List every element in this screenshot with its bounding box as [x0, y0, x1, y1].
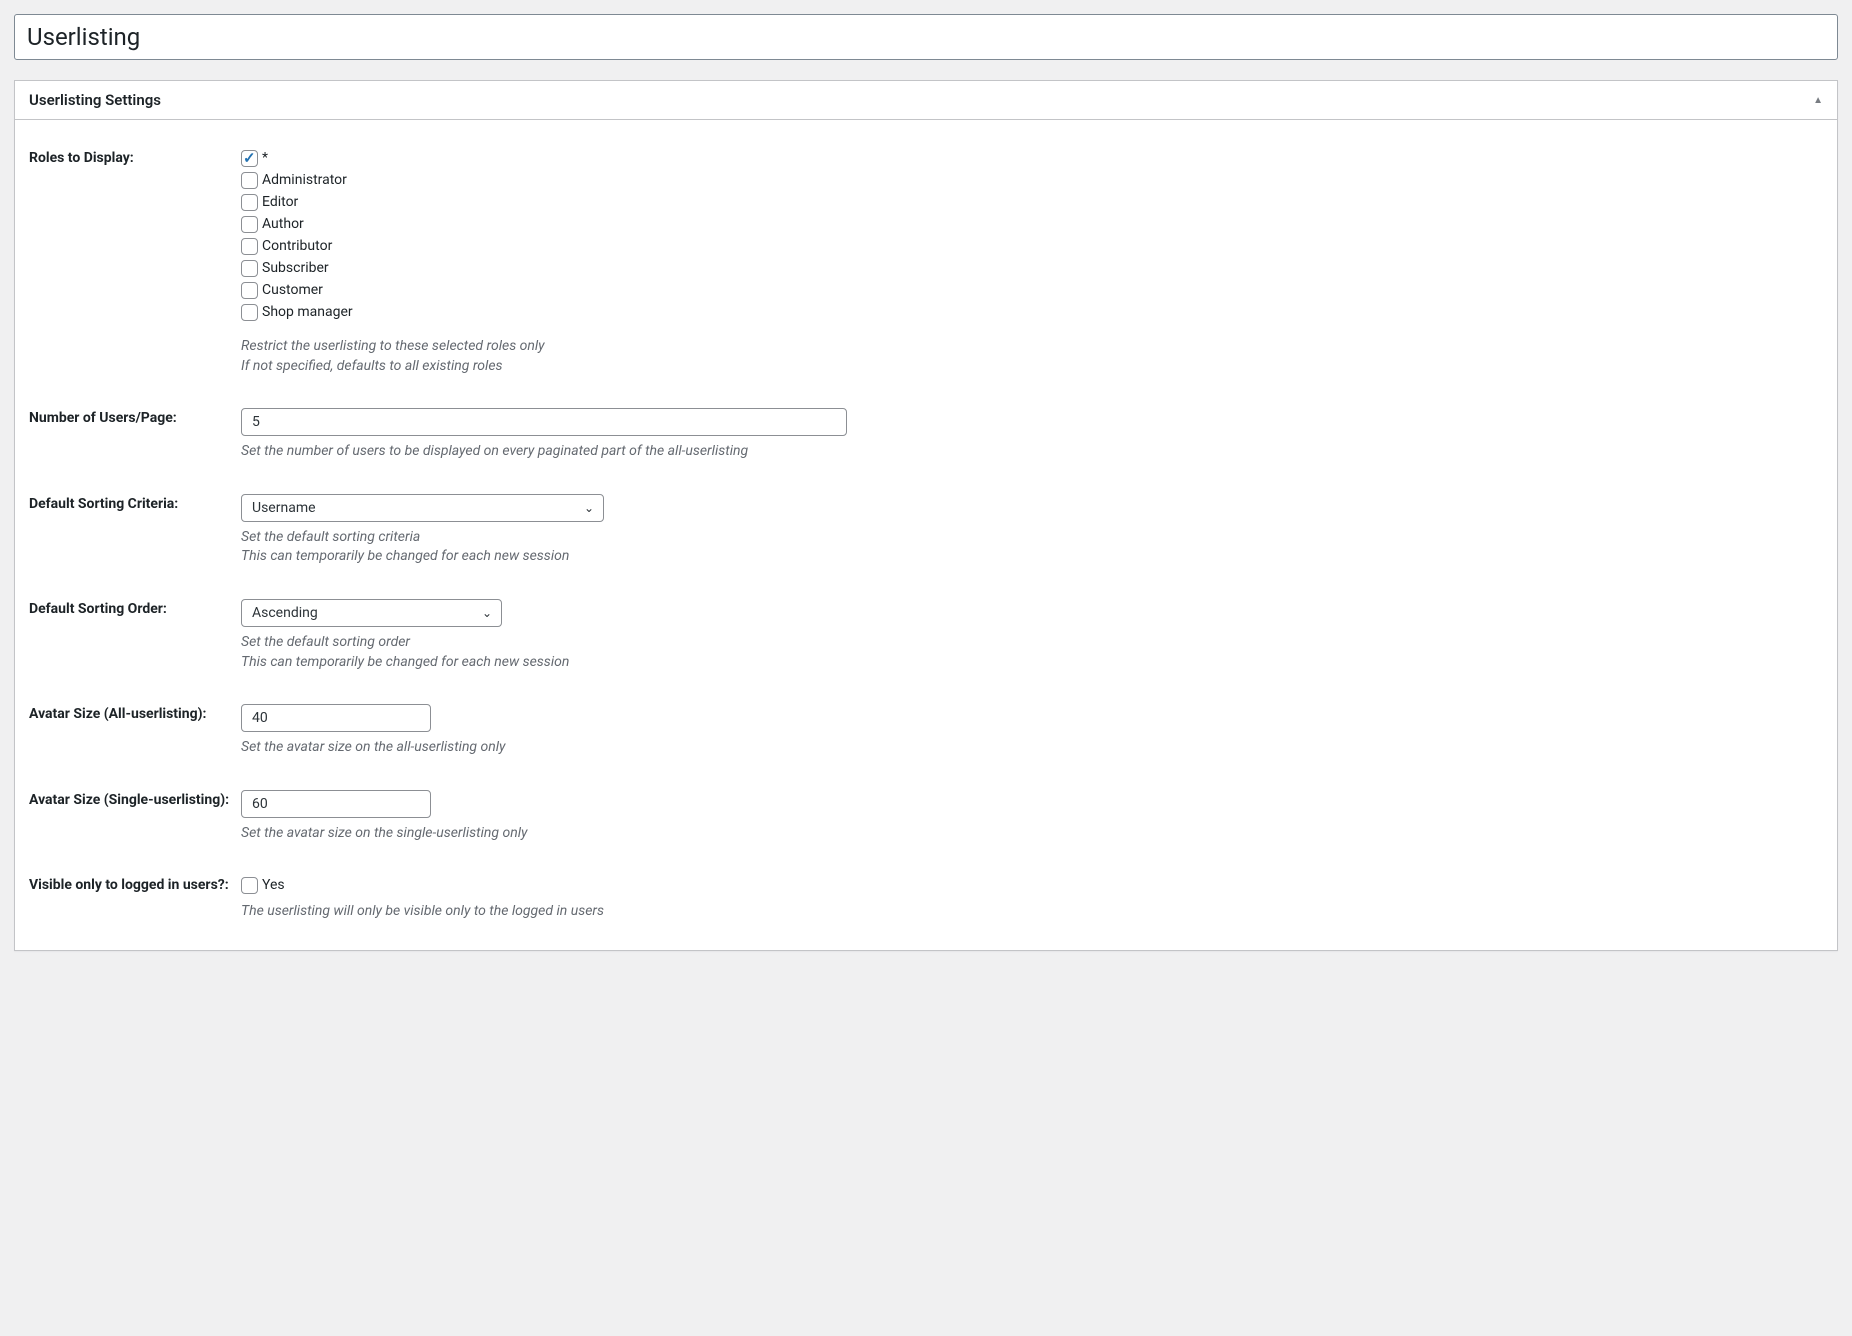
role-option[interactable]: Administrator — [241, 170, 1823, 191]
sort-order-row: Default Sorting Order: Ascending ⌄ Set t… — [29, 599, 1823, 672]
role-option[interactable]: Editor — [241, 192, 1823, 213]
role-option[interactable]: Author — [241, 214, 1823, 235]
visible-logged-option-label: Yes — [262, 875, 285, 896]
sort-order-label: Default Sorting Order: — [29, 599, 241, 617]
avatar-single-label: Avatar Size (Single-userlisting): — [29, 790, 241, 808]
role-checkbox[interactable] — [241, 260, 258, 277]
users-per-page-field: Set the number of users to be displayed … — [241, 408, 1823, 462]
avatar-all-desc: Set the avatar size on the all-userlisti… — [241, 738, 1823, 758]
role-option-label: Editor — [262, 192, 298, 213]
role-checkbox[interactable] — [241, 172, 258, 189]
users-per-page-desc: Set the number of users to be displayed … — [241, 442, 1823, 462]
role-option-label: * — [262, 148, 268, 169]
role-option[interactable]: Shop manager — [241, 302, 1823, 323]
role-option-label: Shop manager — [262, 302, 353, 323]
sort-criteria-desc: Set the default sorting criteria This ca… — [241, 528, 1823, 567]
visible-logged-field: Yes The userlisting will only be visible… — [241, 875, 1823, 922]
roles-row: Roles to Display: *AdministratorEditorAu… — [29, 148, 1823, 376]
panel-header: Userlisting Settings ▲ — [15, 81, 1837, 120]
users-per-page-label: Number of Users/Page: — [29, 408, 241, 426]
sort-order-desc-line2: This can temporarily be changed for each… — [241, 653, 1823, 673]
role-option-label: Administrator — [262, 170, 347, 191]
avatar-all-input[interactable] — [241, 704, 431, 732]
avatar-single-field: Set the avatar size on the single-userli… — [241, 790, 1823, 844]
role-checkbox[interactable] — [241, 282, 258, 299]
role-option[interactable]: Customer — [241, 280, 1823, 301]
roles-checkbox-list: *AdministratorEditorAuthorContributorSub… — [241, 148, 1823, 323]
role-option[interactable]: * — [241, 148, 1823, 169]
sort-order-desc: Set the default sorting order This can t… — [241, 633, 1823, 672]
sort-criteria-row: Default Sorting Criteria: Username ⌄ Set… — [29, 494, 1823, 567]
role-checkbox[interactable] — [241, 238, 258, 255]
visible-logged-row: Visible only to logged in users?: Yes Th… — [29, 875, 1823, 922]
role-option-label: Customer — [262, 280, 323, 301]
avatar-single-input[interactable] — [241, 790, 431, 818]
role-checkbox[interactable] — [241, 216, 258, 233]
sort-order-field: Ascending ⌄ Set the default sorting orde… — [241, 599, 1823, 672]
panel-heading: Userlisting Settings — [29, 91, 161, 109]
role-checkbox[interactable] — [241, 150, 258, 167]
roles-desc-line2: If not specified, defaults to all existi… — [241, 357, 1823, 377]
sort-order-desc-line1: Set the default sorting order — [241, 633, 1823, 653]
panel-body: Roles to Display: *AdministratorEditorAu… — [15, 120, 1837, 950]
page-title: Userlisting — [27, 23, 1825, 51]
sort-criteria-field: Username ⌄ Set the default sorting crite… — [241, 494, 1823, 567]
sort-order-select[interactable]: Ascending — [241, 599, 502, 627]
sort-criteria-desc-line2: This can temporarily be changed for each… — [241, 547, 1823, 567]
sort-criteria-select[interactable]: Username — [241, 494, 604, 522]
avatar-all-field: Set the avatar size on the all-userlisti… — [241, 704, 1823, 758]
page-title-box: Userlisting — [14, 14, 1838, 60]
avatar-single-desc: Set the avatar size on the single-userli… — [241, 824, 1823, 844]
avatar-all-row: Avatar Size (All-userlisting): Set the a… — [29, 704, 1823, 758]
settings-panel: Userlisting Settings ▲ Roles to Display:… — [14, 80, 1838, 951]
role-option-label: Contributor — [262, 236, 332, 257]
avatar-single-row: Avatar Size (Single-userlisting): Set th… — [29, 790, 1823, 844]
roles-desc: Restrict the userlisting to these select… — [241, 337, 1823, 376]
role-checkbox[interactable] — [241, 304, 258, 321]
role-option[interactable]: Subscriber — [241, 258, 1823, 279]
roles-desc-line1: Restrict the userlisting to these select… — [241, 337, 1823, 357]
sort-criteria-desc-line1: Set the default sorting criteria — [241, 528, 1823, 548]
visible-logged-desc: The userlisting will only be visible onl… — [241, 902, 1823, 922]
users-per-page-row: Number of Users/Page: Set the number of … — [29, 408, 1823, 462]
visible-logged-checkbox[interactable] — [241, 877, 258, 894]
users-per-page-input[interactable] — [241, 408, 847, 436]
visible-logged-option[interactable]: Yes — [241, 875, 1823, 896]
role-checkbox[interactable] — [241, 194, 258, 211]
role-option[interactable]: Contributor — [241, 236, 1823, 257]
avatar-all-label: Avatar Size (All-userlisting): — [29, 704, 241, 722]
role-option-label: Author — [262, 214, 304, 235]
roles-field: *AdministratorEditorAuthorContributorSub… — [241, 148, 1823, 376]
roles-label: Roles to Display: — [29, 148, 241, 166]
collapse-icon[interactable]: ▲ — [1813, 95, 1823, 106]
visible-logged-label: Visible only to logged in users?: — [29, 875, 241, 893]
sort-criteria-label: Default Sorting Criteria: — [29, 494, 241, 512]
role-option-label: Subscriber — [262, 258, 329, 279]
